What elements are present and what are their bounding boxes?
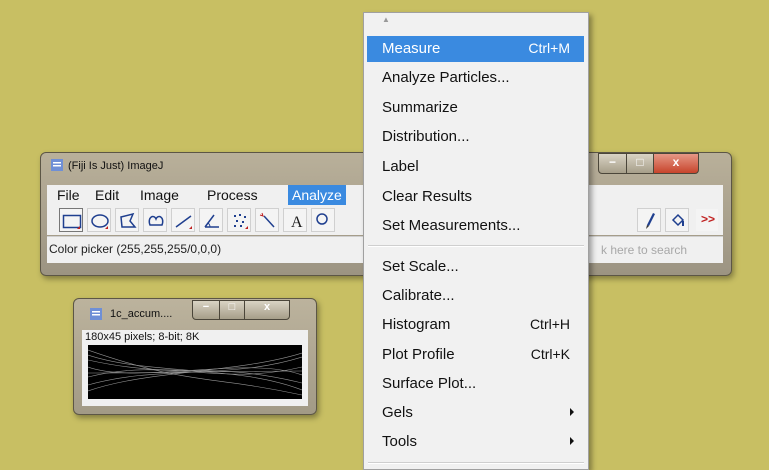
menu-item-label: Plot Profile: [382, 346, 455, 363]
menu-item-label: Histogram: [382, 316, 451, 333]
search-hint[interactable]: k here to search: [601, 243, 687, 257]
image-maximize-button[interactable]: □: [219, 300, 245, 320]
maximize-icon: □: [228, 301, 236, 313]
close-icon: x: [263, 301, 271, 313]
maximize-button[interactable]: □: [626, 153, 654, 174]
rectangle-icon: [62, 214, 82, 229]
menu-item-label: Surface Plot...: [382, 375, 477, 392]
polygon-tool[interactable]: [115, 208, 139, 232]
brush-icon: [646, 213, 655, 229]
menu-item-label: Set Scale...: [382, 258, 459, 275]
menu-item-label: Gels: [382, 404, 413, 421]
menu-item-label: Set Measurements...: [382, 217, 521, 234]
fill-tool[interactable]: [665, 208, 689, 232]
menu-edit[interactable]: Edit: [95, 187, 119, 203]
line-tool[interactable]: [171, 208, 195, 232]
zoom-tool[interactable]: [311, 208, 335, 232]
menu-item-shortcut: Ctrl+M: [528, 40, 570, 56]
oval-icon: [91, 214, 109, 229]
menu-file[interactable]: File: [57, 187, 80, 203]
image-minimize-button[interactable]: −: [192, 300, 220, 320]
more-tools-icon: >>: [701, 212, 716, 226]
image-info: 180x45 pixels; 8-bit; 8K: [85, 331, 200, 343]
point-tool[interactable]: [227, 208, 251, 232]
menu-item-summarize[interactable]: Summarize: [367, 95, 584, 121]
more-tools-button[interactable]: >>: [695, 208, 719, 232]
menu-item-shortcut: Ctrl+K: [530, 346, 570, 362]
menu-item-calibrate[interactable]: Calibrate...: [367, 283, 584, 309]
menu-item-analyze-particles[interactable]: Analyze Particles...: [367, 65, 584, 91]
polygon-icon: [120, 212, 137, 228]
menu-item-label: Label: [382, 158, 419, 175]
menu-item-shortcut: Ctrl+H: [529, 316, 570, 332]
magic-wand-icon: [259, 212, 275, 228]
wand-tool[interactable]: [255, 208, 279, 232]
menu-item-label: Analyze Particles...: [382, 69, 510, 86]
menu-item-tools[interactable]: Tools: [367, 429, 584, 455]
menu-item-set-scale[interactable]: Set Scale...: [367, 254, 584, 280]
menu-item-clear-results[interactable]: Clear Results: [367, 184, 584, 210]
close-icon: x: [672, 155, 680, 169]
minimize-icon: −: [202, 301, 210, 313]
image-close-button[interactable]: x: [244, 300, 290, 320]
menu-separator: [368, 462, 584, 464]
maximize-icon: □: [636, 155, 644, 169]
menu-item-surface-plot[interactable]: Surface Plot...: [367, 371, 584, 397]
scroll-up-arrow-icon[interactable]: ▲: [382, 15, 390, 24]
angle-tool[interactable]: [199, 208, 223, 232]
menu-image[interactable]: Image: [140, 187, 179, 203]
window-title: (Fiji Is Just) ImageJ: [68, 160, 164, 172]
menu-item-label: Summarize: [382, 99, 458, 116]
menu-analyze[interactable]: Analyze: [288, 185, 346, 205]
freehand-icon: [148, 215, 164, 226]
brush-tool[interactable]: [637, 208, 661, 232]
close-button[interactable]: x: [653, 153, 699, 174]
minimize-button[interactable]: −: [598, 153, 627, 174]
image-canvas[interactable]: [88, 345, 302, 399]
text-icon: A: [291, 214, 303, 231]
image-window: 1c_accum.... − □ x 180x45 pixels; 8-bit;…: [73, 298, 317, 415]
line-icon: [175, 215, 192, 229]
menu-item-plot-profile[interactable]: Plot Profile Ctrl+K: [367, 342, 584, 368]
menu-item-measure[interactable]: Measure Ctrl+M: [367, 36, 584, 62]
menu-item-label-cmd[interactable]: Label: [367, 154, 584, 180]
menu-item-label: Tools: [382, 433, 418, 450]
menu-process[interactable]: Process: [207, 187, 258, 203]
menu-item-set-measurements[interactable]: Set Measurements...: [367, 213, 584, 239]
text-tool-label: A: [291, 214, 303, 231]
menu-item-label: Distribution...: [382, 128, 470, 145]
submenu-arrow-icon: [570, 437, 574, 445]
menu-item-label: Clear Results: [382, 188, 473, 205]
magnifier-icon: [316, 213, 328, 225]
fiji-app-icon: [51, 159, 63, 171]
image-body: 180x45 pixels; 8-bit; 8K: [82, 330, 308, 406]
menu-item-gels[interactable]: Gels: [367, 400, 584, 426]
menu-item-label: Calibrate...: [382, 287, 455, 304]
minimize-icon: −: [608, 155, 616, 169]
oval-tool[interactable]: [87, 208, 111, 232]
rectangle-tool[interactable]: [59, 208, 83, 232]
menu-item-label: Measure: [382, 40, 441, 57]
freehand-tool[interactable]: [143, 208, 167, 232]
analyze-dropdown-menu: ▲ Measure Ctrl+M Analyze Particles... Su…: [363, 12, 589, 470]
image-window-title: 1c_accum....: [110, 308, 173, 320]
image-window-icon: [90, 308, 102, 320]
text-tool[interactable]: A: [283, 208, 307, 232]
multipoint-icon: [234, 214, 248, 229]
submenu-arrow-icon: [570, 408, 574, 416]
menu-item-distribution[interactable]: Distribution...: [367, 124, 584, 150]
menu-item-histogram[interactable]: Histogram Ctrl+H: [367, 312, 584, 338]
status-text: Color picker (255,255,255/0,0,0): [49, 242, 222, 256]
bucket-icon: [671, 213, 685, 227]
angle-icon: [204, 214, 219, 228]
menu-separator: [368, 245, 584, 247]
